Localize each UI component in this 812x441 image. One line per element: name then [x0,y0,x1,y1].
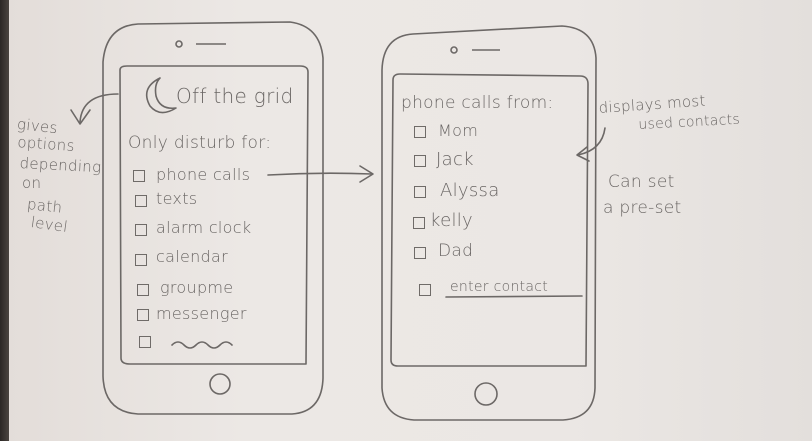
left-camera-dot [175,40,183,48]
right-home-button [474,382,498,406]
contact-label-mom: Mom [438,121,479,140]
contact-label-kelly: kelly [430,210,474,231]
off-the-grid-title: Off the grid [176,84,294,108]
enter-contact-checkbox[interactable] [419,284,431,296]
contact-label-dad: Dad [438,241,474,261]
option-label-alarm-clock: alarm clock [156,218,252,237]
placeholder-squiggle [171,341,233,349]
option-checkbox[interactable] [133,170,145,182]
preset-note-line: a pre-set [603,198,682,218]
contact-label-alyssa: Alyssa [440,180,500,201]
phone-calls-from-heading: phone calls from: [401,93,554,113]
left-note-arrow-line [79,93,119,123]
contact-label-jack: Jack [436,149,474,170]
contact-checkbox[interactable] [414,186,426,198]
enter-contact-underline [445,295,583,298]
contact-checkbox[interactable] [414,155,426,167]
sketch-lines [70,21,606,421]
contact-checkbox[interactable] [414,126,426,138]
option-checkbox[interactable] [135,195,147,207]
option-checkbox[interactable] [137,309,149,321]
left-home-button [209,373,231,395]
left-note-line: on [22,174,42,192]
contact-checkbox[interactable] [414,247,426,259]
option-checkbox[interactable] [139,336,151,348]
contact-checkbox[interactable] [413,217,425,229]
option-checkbox[interactable] [137,284,149,296]
right-camera-dot [450,46,458,54]
preset-note-line: Can set [608,172,675,192]
moon-icon [145,77,177,114]
only-disturb-heading: Only disturb for: [128,133,272,153]
enter-contact-field[interactable]: enter contact [450,279,548,295]
flow-arrow-line [267,172,373,176]
option-checkbox[interactable] [135,254,147,266]
option-label-texts: texts [156,189,198,208]
option-label-phone-calls: phone calls [156,165,251,184]
option-label-calendar: calendar [156,247,228,266]
option-label-groupme: groupme [160,278,234,297]
option-checkbox[interactable] [135,224,147,236]
option-label-messenger: messenger [156,304,247,323]
